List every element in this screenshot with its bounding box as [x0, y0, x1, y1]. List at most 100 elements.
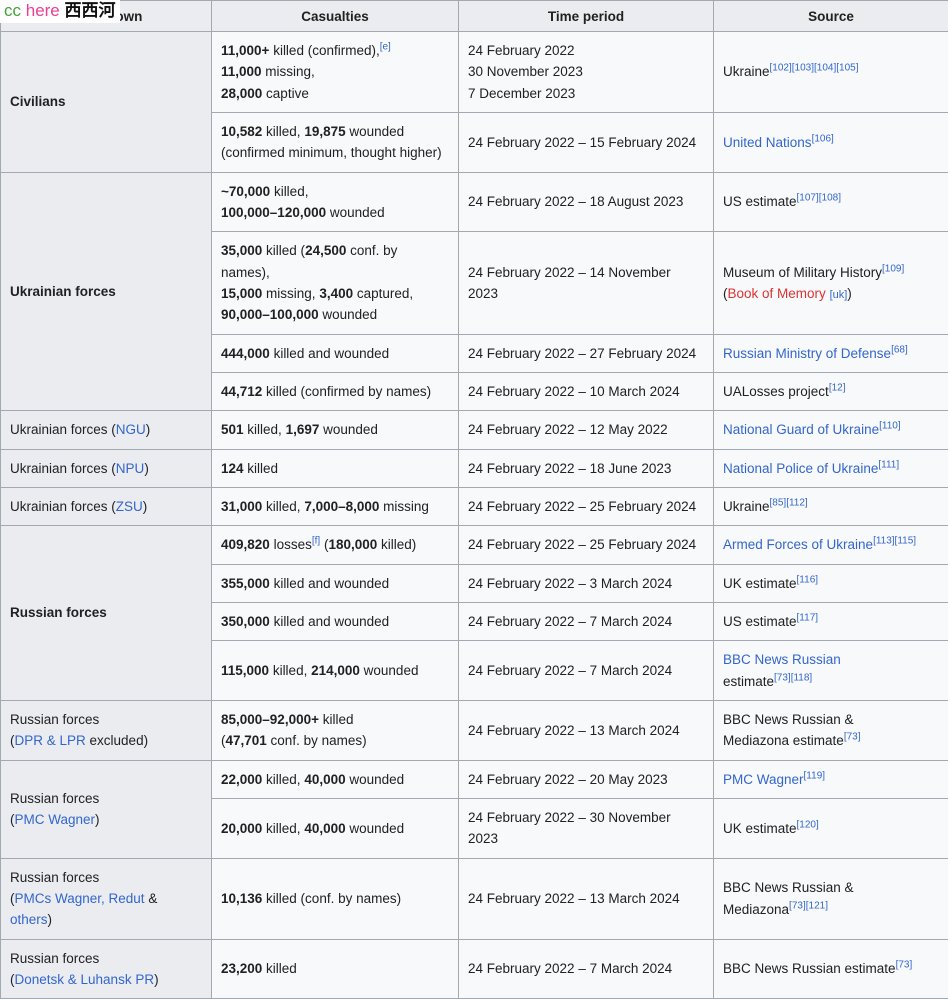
- casualties-line: 501 killed, 1,697 wounded: [221, 422, 378, 437]
- time-period-cell: 24 February 2022 – 18 June 2023: [459, 449, 714, 487]
- reference-marker[interactable]: [73][121]: [789, 900, 828, 911]
- reference-marker[interactable]: [116]: [797, 574, 819, 585]
- casualty-figure: 11,000+: [221, 43, 269, 58]
- time-period-cell: 24 February 2022 – 13 March 2024: [459, 858, 714, 939]
- text-run: ): [154, 972, 159, 987]
- reference-marker[interactable]: [111]: [878, 459, 899, 470]
- time-period-cell: 24 February 2022 – 12 May 2022: [459, 411, 714, 449]
- text-run: (confirmed minimum, thought higher): [221, 145, 442, 160]
- reference-marker[interactable]: [109]: [882, 263, 904, 274]
- text-run: killed,: [262, 821, 304, 836]
- casualties-cell: 22,000 killed, 40,000 wounded: [212, 760, 459, 798]
- reference-marker[interactable]: [102][103][104][105]: [770, 63, 859, 74]
- text-run: wounded: [319, 422, 378, 437]
- casualties-cell: 10,582 killed, 19,875 wounded(confirmed …: [212, 112, 459, 172]
- time-period-line: 24 February 2022 – 13 March 2024: [468, 723, 680, 738]
- text-run: killed and wounded: [270, 576, 389, 591]
- reference-marker[interactable]: [e]: [380, 42, 391, 53]
- text-run: BBC News Russian estimate: [723, 961, 896, 976]
- reference-marker[interactable]: [73][118]: [774, 672, 812, 683]
- wiki-lang-link[interactable]: [uk]: [830, 289, 848, 301]
- text-run: Russian forces: [10, 951, 99, 966]
- reference-marker[interactable]: [12]: [829, 382, 846, 393]
- casualty-figure: 100,000–120,000: [221, 205, 326, 220]
- wiki-link[interactable]: National Guard of Ukraine: [723, 422, 879, 437]
- source-cell: UK estimate[116]: [714, 564, 948, 602]
- table-row: Russian forces(Donetsk & Luhansk PR) 23,2…: [1, 939, 948, 999]
- casualties-line: 31,000 killed, 7,000–8,000 missing: [221, 499, 429, 514]
- column-header-source: Source: [714, 1, 948, 32]
- reference-marker[interactable]: [f]: [312, 536, 320, 547]
- casualty-figure: 24,500: [305, 243, 346, 258]
- reference-marker[interactable]: [73]: [844, 732, 861, 743]
- reference-marker[interactable]: [106]: [812, 133, 834, 144]
- text-run: names),: [221, 265, 270, 280]
- table-row: Ukrainian forces (ZSU)31,000 killed, 7,0…: [1, 487, 948, 525]
- source-cell: UK estimate[120]: [714, 798, 948, 858]
- text-run: killed,: [262, 499, 304, 514]
- wiki-link[interactable]: NPU: [116, 461, 145, 476]
- casualties-line: ~70,000 killed,: [221, 184, 308, 199]
- wiki-link[interactable]: Russian Ministry of Defense: [723, 346, 891, 361]
- source-cell: Russian Ministry of Defense[68]: [714, 334, 948, 372]
- source-cell: BBC News Russianestimate[73][118]: [714, 641, 948, 701]
- wiki-redlink[interactable]: Book of Memory: [728, 286, 826, 301]
- time-period-cell: 24 February 202230 November 20237 Decemb…: [459, 32, 714, 113]
- text-run: ): [48, 912, 53, 927]
- reference-marker[interactable]: [119]: [804, 770, 826, 781]
- reference-marker[interactable]: [113][115]: [873, 536, 916, 547]
- row-header-label: Ukrainian forces (NGU): [10, 422, 150, 437]
- reference-marker[interactable]: [110]: [879, 421, 901, 432]
- casualties-cell: ~70,000 killed, 100,000–120,000 wounded: [212, 172, 459, 232]
- wiki-link[interactable]: PMCs Wagner, Redut: [15, 891, 145, 906]
- source-cell: UALosses project[12]: [714, 372, 948, 410]
- casualties-cell: 44,712 killed (confirmed by names): [212, 372, 459, 410]
- text-run: killed,: [269, 663, 311, 678]
- text-run: captive: [262, 86, 309, 101]
- wiki-link[interactable]: United Nations: [723, 135, 812, 150]
- wiki-link[interactable]: PMC Wagner: [15, 812, 96, 827]
- text-run: UK estimate: [723, 576, 797, 591]
- casualty-figure: 40,000: [304, 772, 345, 787]
- row-header-label: Russian forces(PMC Wagner): [10, 791, 100, 827]
- wiki-link[interactable]: BBC News Russian: [723, 652, 841, 667]
- table-body: Civilians11,000+ killed (confirmed),[e]1…: [1, 32, 948, 999]
- time-period-line: 24 February 2022 – 25 February 2024: [468, 499, 696, 514]
- casualties-line: 100,000–120,000 wounded: [221, 205, 385, 220]
- time-period-line: 30 November 2023: [468, 64, 583, 79]
- reference-marker[interactable]: [117]: [797, 612, 819, 623]
- reference-marker[interactable]: [107][108]: [797, 193, 841, 204]
- time-period-line: 24 February 2022: [468, 43, 575, 58]
- wiki-link[interactable]: National Police of Ukraine: [723, 461, 878, 476]
- text-run: Russian forces: [10, 791, 99, 806]
- text-run: Ukraine: [723, 64, 770, 79]
- time-period-line: 24 February 2022 – 10 March 2024: [468, 384, 680, 399]
- text-run: wounded: [326, 205, 385, 220]
- text-run: killed and wounded: [270, 346, 389, 361]
- text-run: killed: [319, 712, 354, 727]
- casualty-figure: 444,000: [221, 346, 270, 361]
- casualties-line: 23,200 killed: [221, 961, 297, 976]
- wiki-link[interactable]: PMC Wagner: [723, 772, 804, 787]
- casualty-figure: 180,000: [328, 537, 377, 552]
- wiki-link[interactable]: DPR & LPR: [15, 733, 86, 748]
- wiki-link[interactable]: Armed Forces of Ukraine: [723, 537, 873, 552]
- source-cell: Armed Forces of Ukraine[113][115]: [714, 526, 948, 564]
- row-header-8: Russian forces(PMCs Wagner, Redut &other…: [1, 858, 212, 939]
- wiki-link[interactable]: Donetsk & Luhansk PR: [15, 972, 155, 987]
- text-run: ): [144, 461, 149, 476]
- reference-marker[interactable]: [85][112]: [770, 497, 808, 508]
- text-run: BBC News Russian &: [723, 880, 854, 895]
- reference-marker[interactable]: [73]: [896, 960, 913, 971]
- row-header-label: Russian forces(Donetsk & Luhansk PR): [10, 951, 159, 987]
- reference-marker[interactable]: [120]: [797, 819, 819, 830]
- wiki-link[interactable]: NGU: [116, 422, 146, 437]
- wiki-link[interactable]: ZSU: [116, 499, 143, 514]
- casualty-figure: 47,701: [226, 733, 267, 748]
- text-run: killed and wounded: [270, 614, 389, 629]
- row-header-7: Russian forces(PMC Wagner): [1, 760, 212, 858]
- time-period-cell: 24 February 2022 – 20 May 2023: [459, 760, 714, 798]
- reference-marker[interactable]: [68]: [891, 344, 908, 355]
- casualties-cell: 355,000 killed and wounded: [212, 564, 459, 602]
- wiki-link[interactable]: others: [10, 912, 48, 927]
